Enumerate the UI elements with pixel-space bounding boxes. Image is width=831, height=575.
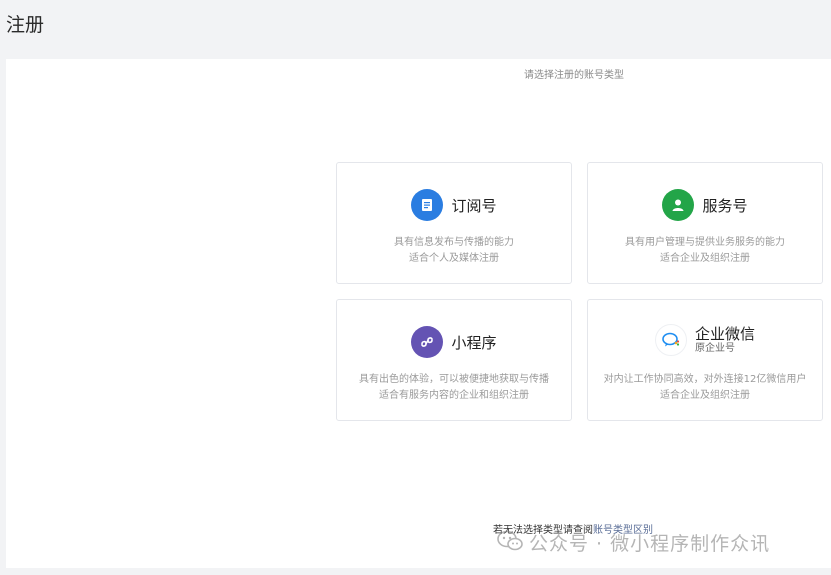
- card-title: 订阅号: [451, 196, 497, 215]
- desc-line: 具有信息发布与传播的能力: [394, 237, 514, 248]
- desc-line: 对内让工作协同高效，对外连接12亿微信用户: [603, 374, 807, 385]
- miniprogram-icon: [411, 326, 444, 358]
- card-subscription[interactable]: 订阅号 具有信息发布与传播的能力 适合个人及媒体注册: [336, 162, 572, 284]
- wecom-icon: [654, 324, 687, 356]
- card-description: 对内让工作协同高效，对外连接12亿微信用户 适合企业及组织注册: [588, 372, 822, 404]
- page-title: 注册: [6, 14, 45, 36]
- card-title: 企业微信: [694, 325, 755, 344]
- card-description: 具有用户管理与提供业务服务的能力 适合企业及组织注册: [588, 235, 822, 267]
- desc-line: 具有用户管理与提供业务服务的能力: [625, 237, 785, 248]
- card-description: 具有出色的体验，可以被便捷地获取与传播 适合有服务内容的企业和组织注册: [337, 372, 571, 404]
- account-type-prompt: 请选择注册的账号类型: [524, 70, 624, 81]
- desc-line: 适合个人及媒体注册: [409, 253, 499, 264]
- user-icon: [662, 189, 695, 221]
- desc-line: 适合企业及组织注册: [660, 390, 750, 401]
- card-service[interactable]: 服务号 具有用户管理与提供业务服务的能力 适合企业及组织注册: [587, 162, 823, 284]
- desc-line: 具有出色的体验，可以被便捷地获取与传播: [359, 374, 549, 385]
- card-subtitle: 原企业号: [694, 342, 735, 354]
- card-title: 小程序: [451, 333, 497, 352]
- desc-line: 适合企业及组织注册: [660, 253, 750, 264]
- wechat-icon: [497, 530, 523, 556]
- card-wecom[interactable]: 企业微信 原企业号 对内让工作协同高效，对外连接12亿微信用户 适合企业及组织注…: [587, 299, 823, 421]
- watermark-text: 公众号 · 微小程序制作众讯: [529, 533, 771, 555]
- card-title: 服务号: [702, 196, 748, 215]
- desc-line: 适合有服务内容的企业和组织注册: [379, 390, 529, 401]
- card-description: 具有信息发布与传播的能力 适合个人及媒体注册: [337, 235, 571, 267]
- card-miniprogram[interactable]: 小程序 具有出色的体验，可以被便捷地获取与传播 适合有服务内容的企业和组织注册: [336, 299, 572, 421]
- watermark: 公众号 · 微小程序制作众讯: [497, 529, 770, 556]
- document-icon: [411, 189, 444, 221]
